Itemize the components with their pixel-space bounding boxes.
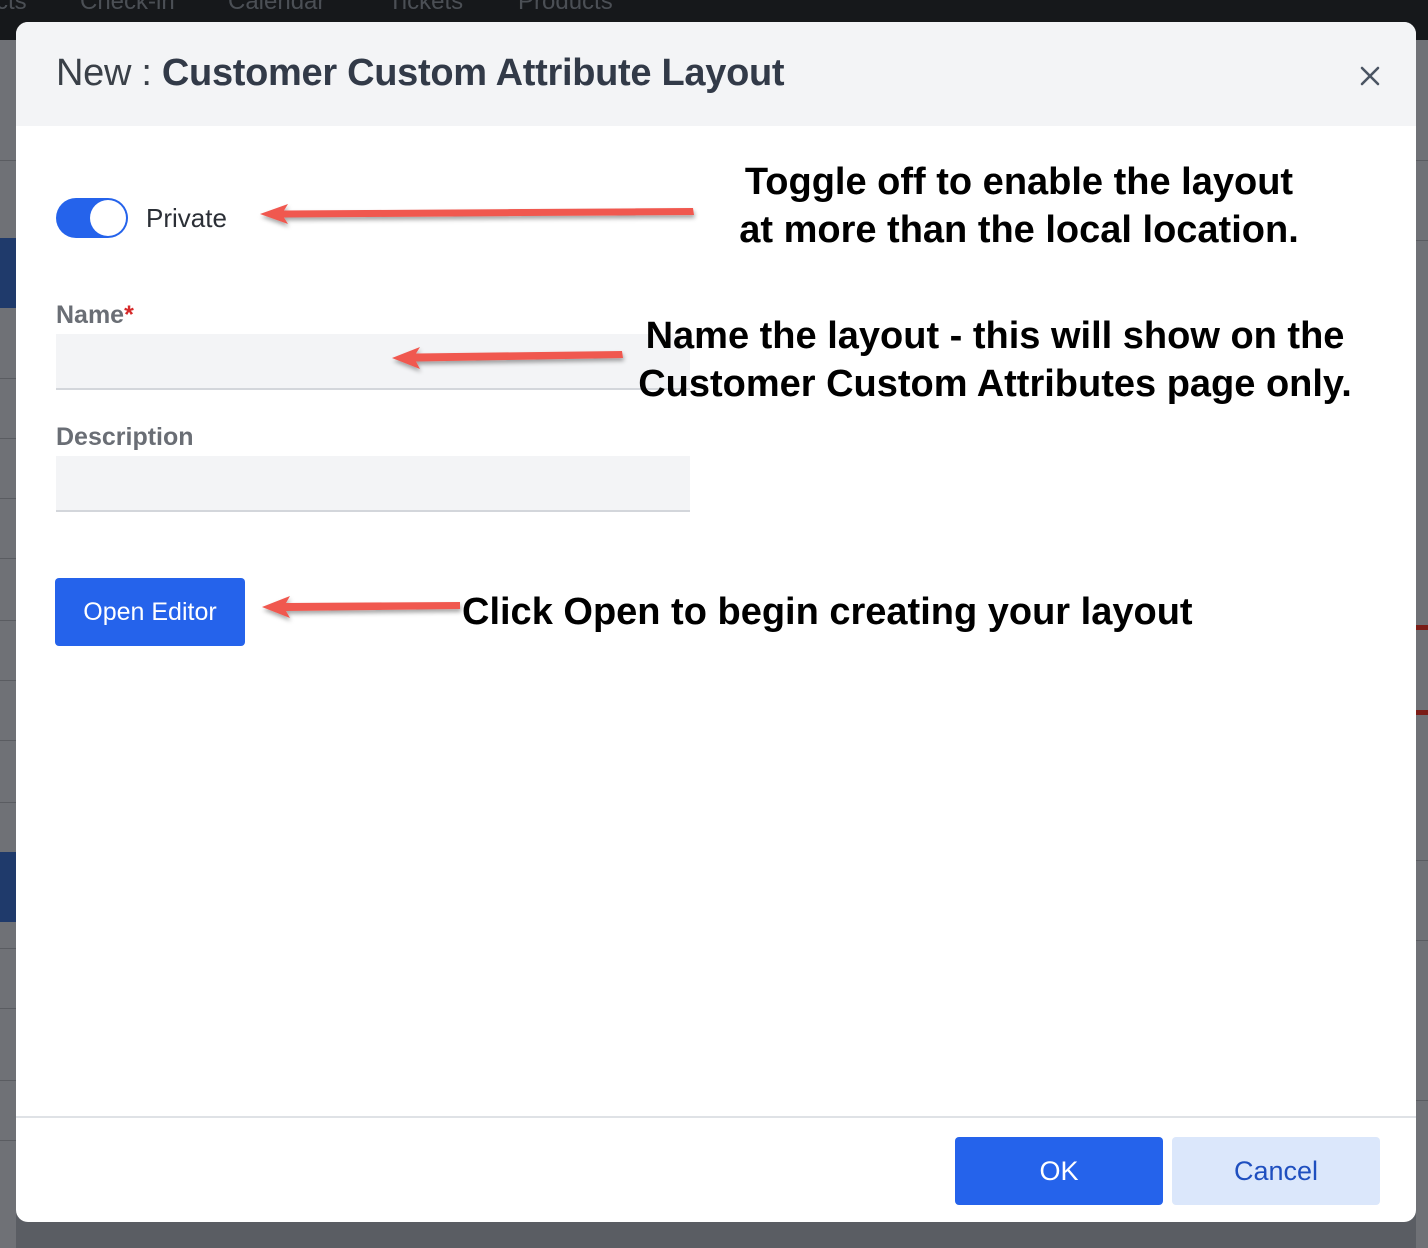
modal-header: New : Customer Custom Attribute Layout — [16, 22, 1416, 126]
annotation-toggle-line2: at more than the local location. — [739, 209, 1299, 251]
required-marker: * — [124, 301, 134, 329]
name-label: Name* — [56, 301, 134, 330]
bg-nav-item: Products — [518, 0, 613, 15]
annotation-open-editor: Click Open to begin creating your layout — [462, 591, 1193, 633]
modal-title-prefix: New : — [56, 52, 162, 94]
description-label: Description — [56, 423, 194, 451]
description-input[interactable] — [56, 456, 690, 512]
name-input[interactable] — [56, 334, 690, 390]
close-icon — [1360, 66, 1380, 86]
private-toggle-label: Private — [146, 203, 227, 233]
bg-nav-item: Check-in — [80, 0, 175, 15]
bg-nav-item: Calendar — [228, 0, 326, 15]
bg-nav-item: Tickets — [388, 0, 464, 15]
cancel-button[interactable]: Cancel — [1172, 1137, 1380, 1205]
modal-title-text: Customer Custom Attribute Layout — [161, 52, 785, 94]
new-layout-modal: New : Customer Custom Attribute Layout P… — [16, 22, 1416, 1222]
annotation-toggle: Toggle off to enable the layout at more … — [719, 158, 1319, 254]
name-label-text: Name — [56, 301, 125, 329]
annotation-name: Name the layout - this will show on the … — [620, 312, 1370, 408]
annotation-toggle-line1: Toggle off to enable the layout — [744, 161, 1294, 203]
private-toggle[interactable] — [56, 198, 128, 238]
background-right-strip — [1416, 40, 1428, 1248]
background-left-strip — [0, 40, 16, 1248]
arrow-to-toggle — [260, 204, 694, 224]
arrow-to-open-editor — [262, 596, 460, 618]
modal-title: New : Customer Custom Attribute Layout — [56, 52, 785, 95]
toggle-knob — [90, 200, 126, 236]
open-editor-button[interactable]: Open Editor — [55, 578, 245, 646]
close-button[interactable] — [1352, 58, 1388, 94]
ok-button[interactable]: OK — [955, 1137, 1163, 1205]
footer-divider — [16, 1116, 1416, 1118]
bg-nav-item: cts — [0, 0, 27, 15]
annotation-name-line1: Name the layout - this will show on the — [645, 315, 1345, 357]
annotation-name-line2: Customer Custom Attributes page only. — [638, 363, 1352, 405]
